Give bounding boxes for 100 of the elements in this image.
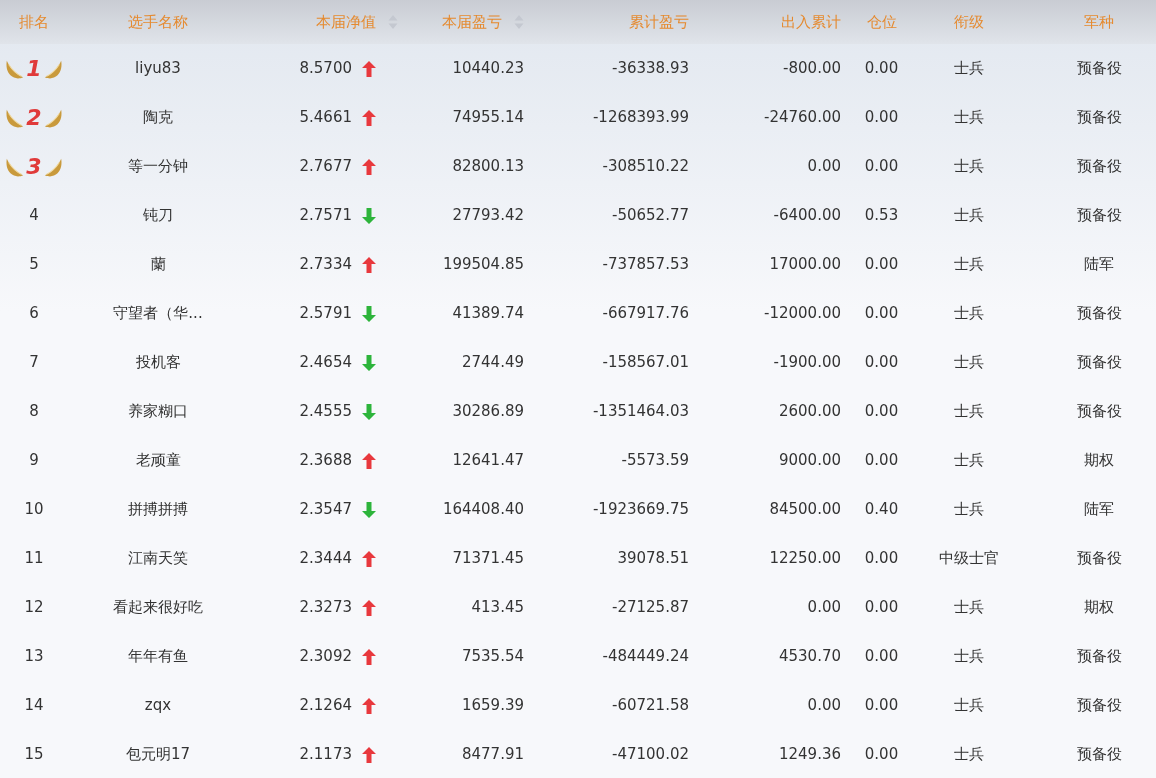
rank-number: 12 <box>24 597 44 619</box>
profit-value: 7535.54 <box>461 646 524 668</box>
net-value: 2.7571 <box>299 205 352 227</box>
net-value: 2.3273 <box>299 597 352 619</box>
profit-value: 199504.85 <box>442 254 524 276</box>
branch-text: 预备役 <box>1076 401 1122 423</box>
cumulative-value: -158567.01 <box>602 352 689 374</box>
player-name: 陶克 <box>143 107 173 129</box>
branch-text: 预备役 <box>1076 744 1122 766</box>
rank-number: 7 <box>29 352 39 374</box>
position-value: 0.00 <box>864 646 899 668</box>
column-header: 军种 <box>1084 11 1114 33</box>
profit-value: 74955.14 <box>452 107 524 129</box>
grade-text: 士兵 <box>954 303 984 325</box>
position-value: 0.00 <box>864 254 899 276</box>
net-value: 2.3092 <box>299 646 352 668</box>
grade-text: 士兵 <box>954 205 984 227</box>
flow-value: -800.00 <box>783 58 841 80</box>
rank-number: 3 <box>26 153 42 181</box>
profit-value: 82800.13 <box>452 156 524 178</box>
net-value: 8.5700 <box>299 58 352 80</box>
profit-value: 164408.40 <box>442 499 524 521</box>
grade-text: 士兵 <box>954 254 984 276</box>
branch-text: 预备役 <box>1076 205 1122 227</box>
branch-text: 预备役 <box>1076 548 1122 570</box>
rank-number: 8 <box>29 401 39 423</box>
column-header[interactable]: 本届盈亏 <box>398 0 528 44</box>
branch-text: 预备役 <box>1076 107 1122 129</box>
flow-value: 0.00 <box>807 156 841 178</box>
rank-number: 11 <box>24 548 44 570</box>
branch-text: 期权 <box>1084 597 1114 619</box>
column-header: 选手名称 <box>128 11 188 33</box>
position-value: 0.00 <box>864 303 899 325</box>
player-name: liyu83 <box>135 58 181 80</box>
flow-value: 84500.00 <box>769 499 841 521</box>
grade-text: 士兵 <box>954 107 984 129</box>
net-value: 2.1173 <box>299 744 352 766</box>
rank-number: 5 <box>29 254 39 276</box>
profit-value: 30286.89 <box>452 401 524 423</box>
cumulative-value: -60721.58 <box>612 695 689 717</box>
branch-text: 预备役 <box>1076 303 1122 325</box>
cumulative-value: -667917.76 <box>602 303 689 325</box>
cumulative-value: -308510.22 <box>602 156 689 178</box>
profit-value: 8477.91 <box>461 744 524 766</box>
branch-text: 预备役 <box>1076 646 1122 668</box>
net-value: 2.5791 <box>299 303 352 325</box>
grade-text: 士兵 <box>954 352 984 374</box>
grade-text: 士兵 <box>954 401 984 423</box>
column-header[interactable]: 本届净值 <box>248 0 398 44</box>
profit-value: 2744.49 <box>461 352 524 374</box>
profit-value: 413.45 <box>471 597 524 619</box>
rank-number: 9 <box>29 450 39 472</box>
position-value: 0.00 <box>864 352 899 374</box>
net-value: 2.4654 <box>299 352 352 374</box>
flow-value: 1249.36 <box>778 744 841 766</box>
position-value: 0.00 <box>864 548 899 570</box>
grade-text: 士兵 <box>954 597 984 619</box>
cumulative-value: -1268393.99 <box>592 107 689 129</box>
net-value: 2.3688 <box>299 450 352 472</box>
position-value: 0.53 <box>864 205 899 227</box>
cumulative-value: -27125.87 <box>612 597 689 619</box>
rank-number: 13 <box>24 646 44 668</box>
rank-number: 15 <box>24 744 44 766</box>
branch-text: 预备役 <box>1076 695 1122 717</box>
flow-value: 0.00 <box>807 695 841 717</box>
column-header: 出入累计 <box>781 11 841 33</box>
net-value: 2.7334 <box>299 254 352 276</box>
flow-value: 12250.00 <box>769 548 841 570</box>
player-name: 拼搏拼搏 <box>128 499 188 521</box>
cumulative-value: -5573.59 <box>621 450 689 472</box>
position-value: 0.00 <box>864 597 899 619</box>
cumulative-value: -36338.93 <box>612 58 689 80</box>
rank-number: 2 <box>26 104 42 132</box>
cumulative-value: -1351464.03 <box>592 401 689 423</box>
profit-value: 71371.45 <box>452 548 524 570</box>
branch-text: 预备役 <box>1076 58 1122 80</box>
branch-text: 预备役 <box>1076 352 1122 374</box>
position-value: 0.00 <box>864 58 899 80</box>
rank-number: 14 <box>24 695 44 717</box>
flow-value: -6400.00 <box>773 205 841 227</box>
grade-text: 士兵 <box>954 744 984 766</box>
flow-value: -24760.00 <box>764 107 841 129</box>
rank-number: 6 <box>29 303 39 325</box>
net-value: 5.4661 <box>299 107 352 129</box>
column-header: 排名 <box>19 11 49 33</box>
player-name: 蘭 <box>150 254 166 276</box>
net-value: 2.7677 <box>299 156 352 178</box>
profit-value: 10440.23 <box>452 58 524 80</box>
grade-text: 士兵 <box>954 499 984 521</box>
player-name: 江南天笑 <box>128 548 188 570</box>
player-name: 包元明17 <box>125 744 191 766</box>
flow-value: -1900.00 <box>773 352 841 374</box>
rank-number: 4 <box>29 205 39 227</box>
grade-text: 中级士官 <box>939 548 999 570</box>
profit-value: 41389.74 <box>452 303 524 325</box>
net-value: 2.1264 <box>299 695 352 717</box>
cumulative-value: -484449.24 <box>602 646 689 668</box>
flow-value: 0.00 <box>807 597 841 619</box>
net-value: 2.3444 <box>299 548 352 570</box>
profit-value: 12641.47 <box>452 450 524 472</box>
